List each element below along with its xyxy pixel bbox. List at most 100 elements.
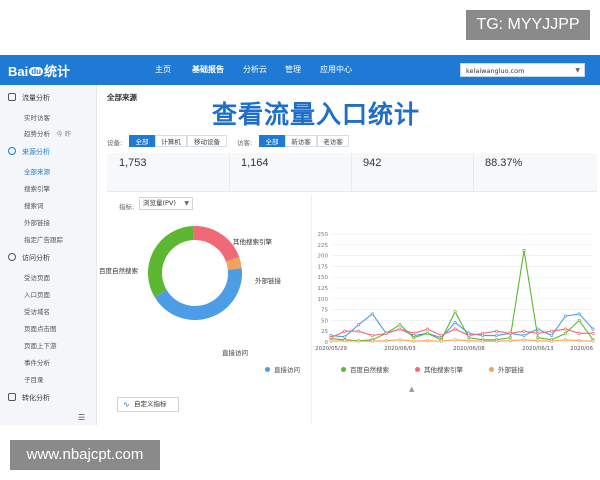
data-point xyxy=(329,336,333,340)
sidebar-item-visited-domains[interactable]: 受访域名 xyxy=(24,306,50,316)
data-point xyxy=(508,336,512,340)
main-content: 全部来源 查看流量入口统计 设备: 全部 计算机 移动设备 访客: 全部 新访客… xyxy=(97,85,600,425)
data-point xyxy=(550,339,554,343)
y-tick-label: 200 xyxy=(318,254,329,260)
monitor-icon xyxy=(8,93,16,101)
nav-analytics-cloud[interactable]: 分析云 xyxy=(236,55,274,85)
legend-dot xyxy=(265,367,270,372)
data-point xyxy=(508,339,512,343)
data-point xyxy=(370,333,374,338)
data-point xyxy=(494,333,499,338)
legend-external[interactable]: 外部链接 xyxy=(489,364,524,374)
scroll-up-icon[interactable]: ▲ xyxy=(409,385,414,393)
collapse-sidebar-icon[interactable]: ☰ xyxy=(78,413,85,422)
globe-icon xyxy=(8,253,16,261)
data-point xyxy=(522,248,526,252)
sidebar-item-ad-tracking[interactable]: 指定广告跟踪 xyxy=(24,234,63,244)
visitor-filter-new[interactable]: 新访客 xyxy=(285,135,317,147)
sidebar-section-visits[interactable]: 访问分析 xyxy=(8,253,50,263)
data-point xyxy=(439,333,443,338)
sidebar-section-source[interactable]: 来源分析 xyxy=(8,147,50,157)
legend-other-search[interactable]: 其他搜索引擎 xyxy=(415,364,463,374)
device-filter-label: 设备: xyxy=(107,139,123,147)
watermark-tg: TG: MYYJJPP xyxy=(466,10,590,40)
data-point xyxy=(563,338,567,342)
x-tick-label: 2020/06/03 xyxy=(384,346,416,352)
legend-direct[interactable]: 直接访问 xyxy=(265,364,300,374)
data-point xyxy=(577,339,581,343)
data-point xyxy=(439,339,443,343)
sidebar-item-realtime[interactable]: 实时访客 xyxy=(24,112,50,122)
trend-badge: 今 昨 xyxy=(56,130,72,138)
sidebar-item-search-engine[interactable]: 搜索引擎 xyxy=(24,183,50,193)
nav-home[interactable]: 主页 xyxy=(146,55,180,85)
sidebar-item-visited-pages[interactable]: 受访页面 xyxy=(24,272,50,282)
logo-text-bai: Bai xyxy=(8,64,29,79)
pie-label-baidu: 百度自然搜索 xyxy=(99,267,138,275)
sidebar-item-event-analysis[interactable]: 事件分析 xyxy=(24,357,50,367)
series-line xyxy=(330,250,594,342)
legend-dot xyxy=(489,367,494,372)
sidebar-item-page-flow[interactable]: 页面上下游 xyxy=(24,340,57,350)
sidebar-section-conversion[interactable]: 转化分析 xyxy=(8,393,50,403)
data-point xyxy=(522,333,526,338)
data-point xyxy=(398,323,402,327)
sidebar-item-external-links[interactable]: 外部链接 xyxy=(24,217,50,227)
metric-divider xyxy=(229,153,230,191)
data-point xyxy=(550,329,554,333)
sidebar: 流量分析 实时访客 趋势分析 今 昨 来源分析 全部来源 搜索引擎 搜索词 外部… xyxy=(0,85,97,425)
indicator-select[interactable]: 浏览量(PV) ▼ xyxy=(139,197,193,210)
data-point xyxy=(343,335,347,339)
sidebar-item-all-sources[interactable]: 全部来源 xyxy=(24,166,50,176)
watermark-site: www.nbajcpt.com xyxy=(10,440,160,470)
donut-slice[interactable] xyxy=(225,256,242,270)
y-tick-label: 125 xyxy=(318,286,329,292)
data-point xyxy=(522,329,526,333)
y-tick-label: 150 xyxy=(318,275,329,281)
chevron-down-icon: ▼ xyxy=(184,200,189,207)
data-point xyxy=(494,329,499,333)
data-point xyxy=(522,338,526,342)
overlay-title: 查看流量入口统计 xyxy=(212,100,421,129)
donut-slice[interactable] xyxy=(148,226,195,298)
sidebar-item-subdirectory[interactable]: 子目录 xyxy=(24,374,44,384)
device-filter-all[interactable]: 全部 xyxy=(129,135,155,147)
metric-bounce-rate: 88.37% xyxy=(485,157,523,169)
sidebar-item-click-map[interactable]: 页面点击图 xyxy=(24,323,57,333)
metric-divider xyxy=(351,153,352,191)
data-point xyxy=(384,331,388,335)
legend-dot xyxy=(415,367,420,372)
nav-basic-report[interactable]: 基础报告 xyxy=(186,55,230,85)
device-filter-computer[interactable]: 计算机 xyxy=(155,135,187,147)
site-selector[interactable]: kelaiwangluo.com ▼ xyxy=(460,63,585,77)
metrics-summary: 1,753 1,164 942 88.37% xyxy=(107,153,597,192)
y-tick-label: 50 xyxy=(321,318,328,324)
data-point xyxy=(591,331,595,335)
sidebar-item-search-words[interactable]: 搜索词 xyxy=(24,200,44,210)
legend-dot xyxy=(341,367,346,372)
data-point xyxy=(398,327,402,331)
legend-baidu[interactable]: 百度自然搜索 xyxy=(341,364,389,374)
visitor-filter-returning[interactable]: 老访客 xyxy=(317,135,349,147)
nav-manage[interactable]: 管理 xyxy=(278,55,308,85)
nav-app-center[interactable]: 应用中心 xyxy=(314,55,358,85)
data-point xyxy=(481,339,485,343)
page-title: 全部来源 xyxy=(107,93,137,102)
data-point xyxy=(536,336,540,340)
sidebar-section-traffic[interactable]: 流量分析 xyxy=(8,93,50,103)
sidebar-item-entry-pages[interactable]: 入口页面 xyxy=(24,289,50,299)
visitor-filter-all[interactable]: 全部 xyxy=(259,135,285,147)
data-point xyxy=(412,336,416,340)
device-filter-mobile[interactable]: 移动设备 xyxy=(187,135,227,147)
data-point xyxy=(370,339,374,343)
sidebar-item-trend[interactable]: 趋势分析 今 昨 xyxy=(24,128,71,138)
data-point xyxy=(425,331,430,335)
baidu-tongji-logo[interactable]: Bai du 统计 xyxy=(8,61,70,80)
donut-slice[interactable] xyxy=(154,268,242,320)
data-point xyxy=(577,312,581,316)
data-point xyxy=(563,327,567,331)
custom-indicator-button[interactable]: ∿ 自定义指标 xyxy=(117,397,179,412)
data-point xyxy=(577,331,581,335)
data-point xyxy=(343,339,347,343)
donut-slice[interactable] xyxy=(193,226,240,263)
